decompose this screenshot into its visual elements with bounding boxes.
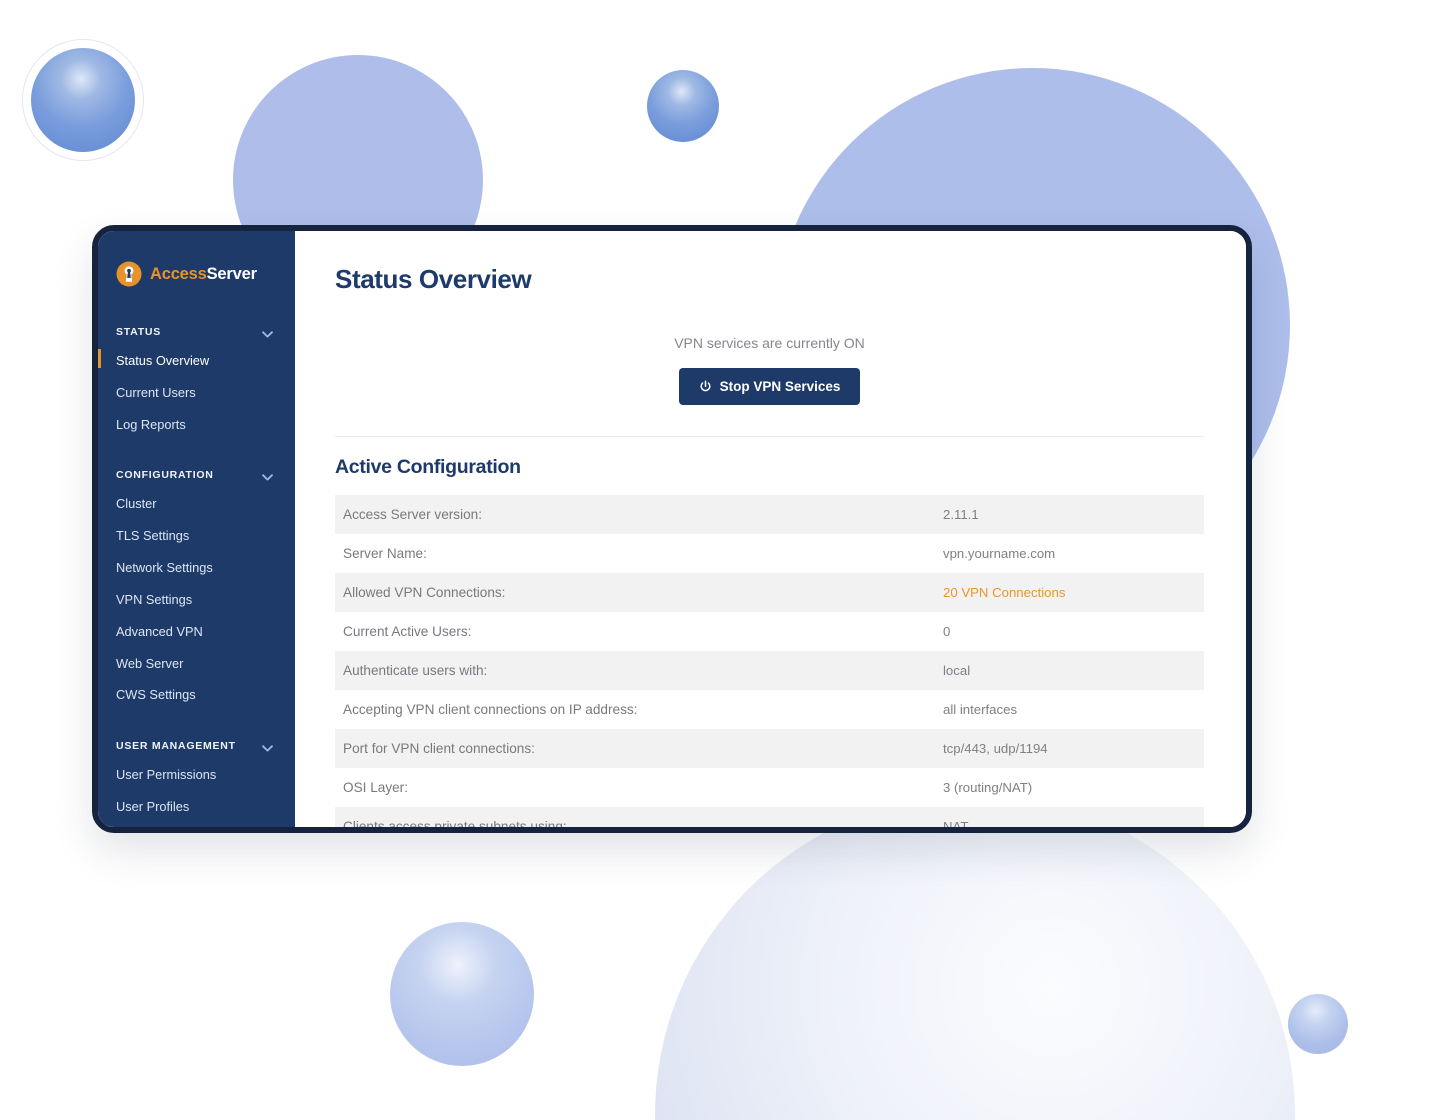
decor-sphere-top-center [647,70,719,142]
chevron-down-icon [262,472,273,481]
table-row: Clients access private subnets using: NA… [335,807,1204,827]
nav-group-header-user-management[interactable]: USER MANAGEMENT [98,733,295,759]
config-label: Accepting VPN client connections on IP a… [343,702,638,717]
config-value: local [943,663,971,678]
config-value: NAT [943,819,969,827]
stop-vpn-services-label: Stop VPN Services [719,379,841,394]
config-label: OSI Layer: [343,780,408,795]
nav-group-user-management: USER MANAGEMENT User Permissions User Pr… [98,733,295,827]
config-value: 2.11.1 [943,507,979,522]
sidebar-item-cws-settings[interactable]: CWS Settings [98,679,295,711]
config-label: Authenticate users with: [343,663,488,678]
decor-sphere-top-left [31,48,135,152]
app-window: AccessServer STATUS Status Overview Curr… [92,225,1252,833]
allowed-vpn-connections-link[interactable]: 20 VPN Connections [943,585,1190,600]
vpn-service-status-text: VPN services are currently ON [674,335,865,351]
sidebar-item-tls-settings[interactable]: TLS Settings [98,520,295,552]
sidebar-item-user-permissions[interactable]: User Permissions [98,759,295,791]
config-label: Port for VPN client connections: [343,741,535,756]
nav-group-title-user-management: USER MANAGEMENT [116,740,236,753]
section-divider [335,436,1204,437]
table-row: Server Name: vpn.yourname.com [335,534,1204,573]
config-value: vpn.yourname.com [943,546,1056,561]
table-row: Current Active Users: 0 [335,612,1204,651]
config-value: tcp/443, udp/1194 [943,741,1048,756]
table-row: Port for VPN client connections: tcp/443… [335,729,1204,768]
table-row: Accepting VPN client connections on IP a… [335,690,1204,729]
active-configuration-title: Active Configuration [335,456,521,478]
nav-group-spacer [98,446,295,462]
sidebar-item-log-reports[interactable]: Log Reports [98,409,295,441]
nav-group-title-configuration: CONFIGURATION [116,469,214,482]
openvpn-shield-keyhole-icon [116,261,142,287]
sidebar: AccessServer STATUS Status Overview Curr… [98,231,295,827]
nav-group-title-status: STATUS [116,326,161,338]
decor-sphere-bottom-right [1288,994,1348,1054]
table-row: OSI Layer: 3 (routing/NAT) [335,768,1204,807]
config-value: all interfaces [943,702,1018,717]
config-label: Server Name: [343,546,427,561]
decor-circle-bottom-large [655,795,1295,1120]
main-content: Status Overview VPN services are current… [295,231,1246,827]
table-row: Authenticate users with: local [335,651,1204,690]
brand-name-second: Server [206,264,257,283]
power-icon [699,380,712,393]
config-label: Current Active Users: [343,624,472,639]
decor-sphere-bottom-left [390,922,534,1066]
nav-group-configuration: CONFIGURATION Cluster TLS Settings Netwo… [98,462,295,711]
table-row: Access Server version: 2.11.1 [335,495,1204,534]
brand-name: AccessServer [150,265,257,284]
nav-group-header-status[interactable]: STATUS [98,319,295,345]
sidebar-item-vpn-settings[interactable]: VPN Settings [98,584,295,616]
stop-vpn-services-button[interactable]: Stop VPN Services [678,368,861,405]
sidebar-item-network-settings[interactable]: Network Settings [98,552,295,584]
nav-group-spacer [98,717,295,733]
chevron-down-icon [262,743,273,752]
sidebar-item-current-users[interactable]: Current Users [98,377,295,409]
config-value: 0 [943,624,951,639]
config-label: Access Server version: [343,507,483,522]
config-value: 3 (routing/NAT) [943,780,1033,795]
sidebar-item-group-permissions[interactable]: Group Permissions [98,823,295,827]
brand-name-first: Access [150,264,207,283]
sidebar-item-cluster[interactable]: Cluster [98,488,295,520]
vpn-service-control: VPN services are currently ON Stop VPN S… [335,295,1204,405]
nav-group-status: STATUS Status Overview Current Users Log… [98,319,295,440]
sidebar-item-status-overview[interactable]: Status Overview [98,345,295,377]
active-configuration-table: Access Server version: 2.11.1 Server Nam… [335,495,1204,827]
config-label: Allowed VPN Connections: [343,585,506,600]
sidebar-item-advanced-vpn[interactable]: Advanced VPN [98,616,295,648]
sidebar-item-user-profiles[interactable]: User Profiles [98,791,295,823]
nav-group-header-configuration[interactable]: CONFIGURATION [98,462,295,488]
sidebar-item-web-server[interactable]: Web Server [98,648,295,680]
config-label: Clients access private subnets using: [343,819,567,827]
sidebar-nav: STATUS Status Overview Current Users Log… [98,319,295,827]
page-title: Status Overview [335,264,532,294]
brand-logo-area[interactable]: AccessServer [98,251,295,291]
chevron-down-icon [262,329,273,337]
table-row: Allowed VPN Connections: 20 VPN Connecti… [335,573,1204,612]
